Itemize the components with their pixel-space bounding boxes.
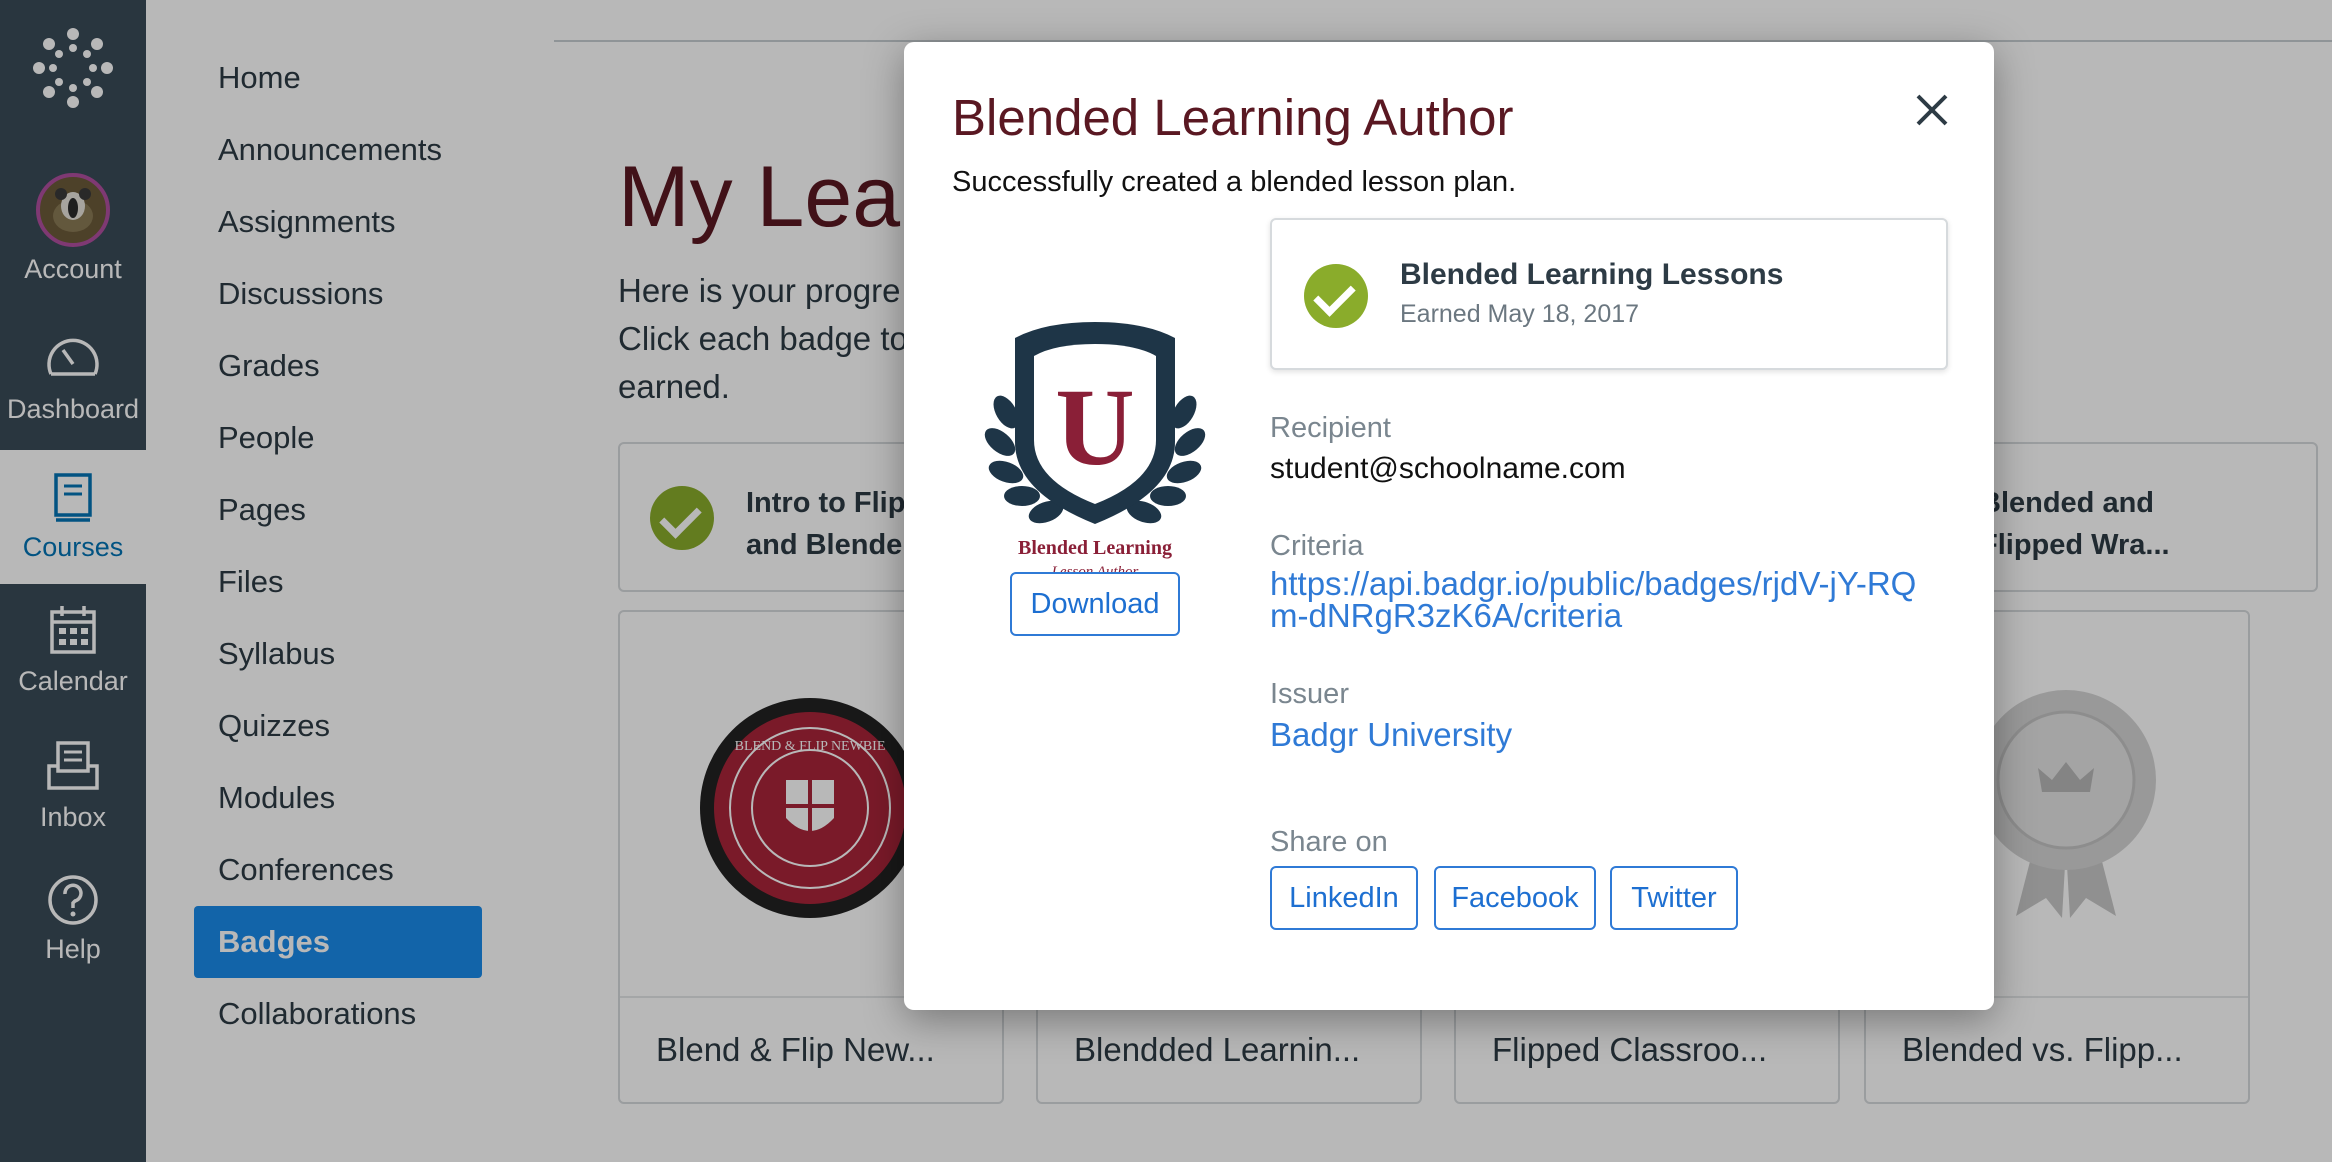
earned-badge-card: Blended Learning Lessons Earned May 18, … (1270, 218, 1948, 370)
share-linkedin-button[interactable]: LinkedIn (1270, 866, 1418, 930)
issuer-label: Issuer (1270, 678, 1349, 710)
criteria-link-line-2: m-dNRgR3zK6A/criteria (1270, 597, 1623, 634)
criteria-link-line-1: https://api.badgr.io/public/badges/rjdV-… (1270, 565, 1917, 602)
earned-badge-name: Blended Learning Lessons (1400, 258, 1784, 291)
recipient-label: Recipient (1270, 412, 1391, 444)
badge-modal: Blended Learning Author Successfully cre… (904, 42, 1994, 1010)
issuer-link[interactable]: Badgr University (1270, 716, 1512, 754)
share-facebook-button[interactable]: Facebook (1434, 866, 1596, 930)
recipient-value: student@schoolname.com (1270, 452, 1626, 485)
close-icon (1916, 94, 1948, 126)
share-twitter-button[interactable]: Twitter (1610, 866, 1738, 930)
criteria-label: Criteria (1270, 530, 1364, 562)
emblem-letter: U (1055, 366, 1134, 488)
close-button[interactable] (1908, 86, 1956, 134)
criteria-link[interactable]: https://api.badgr.io/public/badges/rjdV-… (1270, 565, 1917, 634)
download-button[interactable]: Download (1010, 572, 1180, 636)
share-label: Share on (1270, 826, 1388, 858)
modal-subtitle: Successfully created a blended lesson pl… (952, 166, 1517, 198)
earned-badge-date: Earned May 18, 2017 (1400, 300, 1640, 328)
check-icon (1304, 264, 1368, 328)
emblem-text-line-1: Blended Learning (1018, 537, 1172, 559)
modal-title: Blended Learning Author (952, 89, 1514, 146)
